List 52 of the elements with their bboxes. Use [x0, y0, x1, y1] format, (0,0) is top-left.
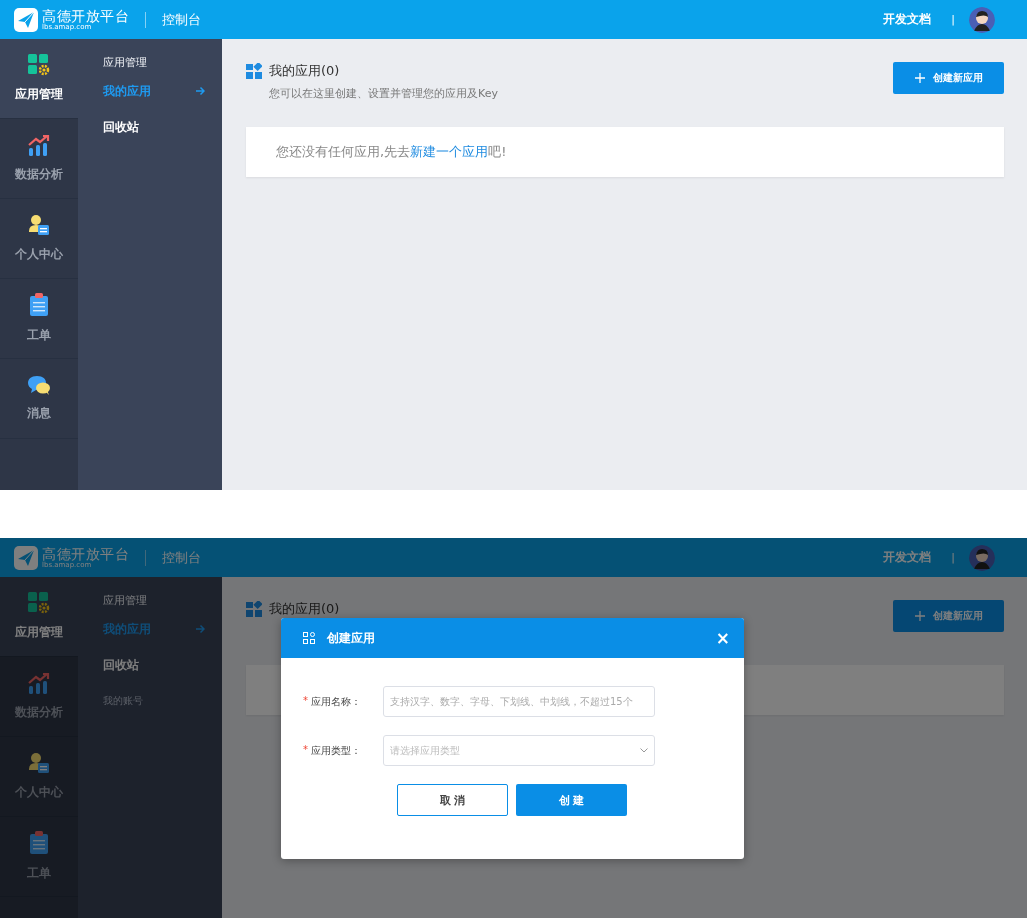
arrow-right-icon: [195, 624, 205, 634]
create-button[interactable]: 创 建: [516, 784, 627, 816]
paper-plane-logo-icon: [14, 7, 38, 32]
create-app-button[interactable]: 创建新应用: [893, 62, 1004, 94]
separator: |: [951, 13, 955, 26]
cancel-button[interactable]: 取 消: [397, 784, 508, 816]
clipboard-icon: [29, 831, 49, 855]
grid-gear-icon: [28, 592, 50, 614]
user-card-icon: [28, 214, 50, 236]
user-card-icon: [28, 752, 50, 774]
subnav-item[interactable]: 我的应用: [103, 611, 205, 647]
grid-gear-icon: [28, 54, 50, 76]
apps-icon: [246, 601, 262, 617]
docs-link[interactable]: 开发文档: [883, 549, 932, 566]
console-title: 控制台: [162, 10, 201, 29]
create-app-button[interactable]: 创建新应用: [893, 600, 1004, 632]
subnav-item[interactable]: 回收站: [103, 647, 205, 683]
bar-chart-icon: [28, 672, 50, 694]
paper-plane-logo-icon: [14, 545, 38, 570]
subnav-item[interactable]: 回收站: [103, 109, 205, 145]
section-heading: 应用管理: [103, 594, 147, 608]
page-title: 我的应用(0): [269, 600, 340, 618]
arrow-right-icon: [195, 86, 205, 96]
subnav-item[interactable]: 我的应用: [103, 73, 205, 109]
close-button[interactable]: ×: [715, 629, 730, 647]
required-mark: *: [303, 694, 308, 708]
logo-title: 高德开放平台: [42, 8, 129, 23]
plus-icon: [914, 611, 925, 621]
new-app-link[interactable]: 新建一个应用: [410, 144, 489, 159]
field-label: 应用名称：: [311, 694, 361, 709]
field-label: 应用类型：: [311, 743, 361, 758]
docs-link[interactable]: 开发文档: [883, 11, 932, 28]
input-field[interactable]: 支持汉字、数字、字母、下划线、中划线，不超过15个: [383, 686, 655, 717]
page-title: 我的应用(0): [269, 62, 340, 80]
chat-bubbles-icon: [27, 375, 51, 395]
clipboard-icon: [29, 293, 49, 317]
chevron-down-icon: [640, 748, 648, 753]
sidebar-item[interactable]: 应用管理: [0, 39, 78, 119]
required-mark: *: [303, 743, 308, 757]
page-subtitle: 您可以在这里创建、设置并管理您的应用及Key: [269, 86, 498, 101]
section-heading: 应用管理: [103, 56, 147, 70]
logo-title: 高德开放平台: [42, 546, 129, 561]
bar-chart-icon: [28, 134, 50, 156]
plus-icon: [914, 73, 925, 83]
dialog-title: 创建应用: [327, 629, 376, 647]
avatar-icon[interactable]: [969, 6, 995, 33]
sidebar-item[interactable]: 应用管理: [0, 577, 78, 657]
console-title: 控制台: [162, 548, 201, 567]
apps-icon: [246, 63, 262, 79]
separator: |: [951, 551, 955, 564]
empty-message: 您还没有任何应用,先去新建一个应用吧!: [276, 143, 507, 161]
grid-outline-icon: [303, 632, 315, 644]
